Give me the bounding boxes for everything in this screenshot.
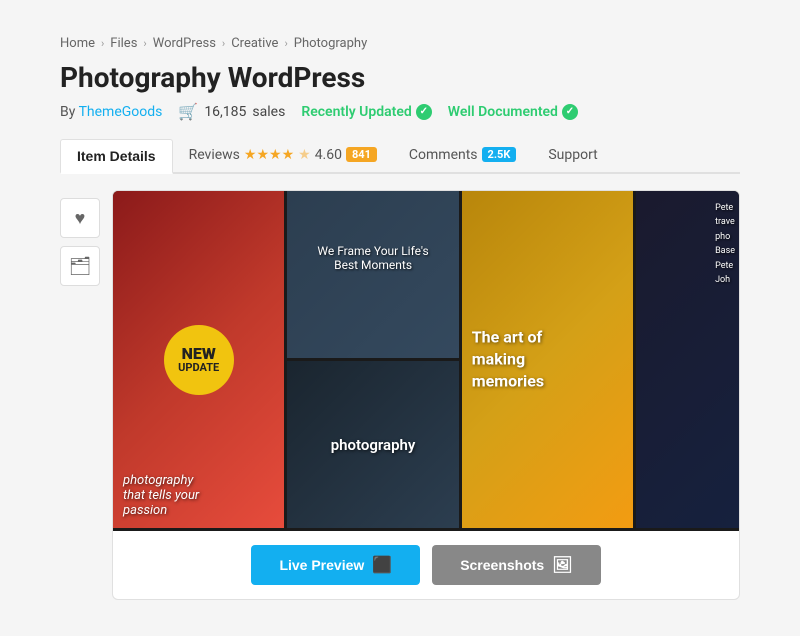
review-count-badge: 841 <box>346 147 377 162</box>
breadcrumb-sep-3: › <box>222 37 225 50</box>
meta-row: By ThemeGoods 🛒 16,185 sales Recently Up… <box>60 102 740 121</box>
half-star: ★ <box>298 147 311 163</box>
breadcrumb-wordpress[interactable]: WordPress <box>153 36 216 51</box>
screenshots-label: Screenshots <box>460 557 544 573</box>
tabs-bar: Item Details Reviews ★★★★★ 4.60 841 Comm… <box>60 137 740 174</box>
check-icon-2: ✓ <box>562 104 578 120</box>
breadcrumb-files[interactable]: Files <box>110 36 137 51</box>
tab-comments-label: Comments <box>409 147 478 163</box>
mosaic-cell-1: NEW UPDATE photographythat tells yourpas… <box>113 191 284 528</box>
page-title: Photography WordPress <box>60 61 740 94</box>
tab-support-label: Support <box>548 147 597 163</box>
check-icon: ✓ <box>416 104 432 120</box>
cell-5-label: photography <box>331 436 416 454</box>
new-update-badge: NEW UPDATE <box>164 325 234 395</box>
update-text: UPDATE <box>178 362 219 374</box>
screenshots-button[interactable]: Screenshots 🖼 <box>432 545 600 585</box>
breadcrumb-sep-2: › <box>143 37 146 50</box>
breadcrumb-sep-4: › <box>284 37 287 50</box>
cell-1-label: photographythat tells yourpassion <box>123 473 274 518</box>
breadcrumb-sep-1: › <box>101 37 104 50</box>
sales-count: 16,185 <box>204 104 246 120</box>
author-link[interactable]: ThemeGoods <box>79 104 163 120</box>
sales-label: sales <box>252 104 285 120</box>
live-preview-button[interactable]: Live Preview ⬛ <box>251 545 420 585</box>
folder-icon: 🗂 <box>69 256 92 277</box>
live-preview-label: Live Preview <box>279 557 364 573</box>
comments-count-badge: 2.5K <box>482 147 517 162</box>
favorite-button[interactable]: ♥ <box>60 198 100 238</box>
breadcrumb: Home › Files › WordPress › Creative › Ph… <box>60 36 740 51</box>
new-text: NEW <box>182 345 216 363</box>
recently-updated-badge: Recently Updated ✓ <box>301 104 431 120</box>
breadcrumb-current: Photography <box>294 36 367 51</box>
monitor-icon: ⬛ <box>372 555 392 575</box>
author-info: By ThemeGoods <box>60 104 162 120</box>
cart-icon: 🛒 <box>178 102 198 121</box>
page-wrapper: Home › Files › WordPress › Creative › Ph… <box>20 20 780 616</box>
stars: ★★★★ <box>244 147 294 163</box>
card-footer: Live Preview ⬛ Screenshots 🖼 <box>113 531 739 599</box>
tab-reviews-label: Reviews <box>189 147 240 163</box>
breadcrumb-home[interactable]: Home <box>60 36 95 51</box>
mosaic-cell-5: photography <box>287 361 458 528</box>
breadcrumb-creative[interactable]: Creative <box>231 36 278 51</box>
cell-3-label: The art ofmakingmemories <box>472 326 544 393</box>
tab-item-details[interactable]: Item Details <box>60 139 173 174</box>
mosaic-cell-2: We Frame Your Life'sBest Moments <box>287 191 458 358</box>
preview-image: NEW UPDATE photographythat tells yourpas… <box>113 191 739 531</box>
rating-value: 4.60 <box>315 147 342 163</box>
sales-info: 🛒 16,185 sales <box>178 102 285 121</box>
tab-comments[interactable]: Comments 2.5K <box>393 139 532 171</box>
heart-icon: ♥ <box>75 208 86 229</box>
cell-4-label: PetetravephoBasePeteJoh <box>715 201 735 287</box>
main-content: ♥ 🗂 NEW UPDATE photographythat tells you… <box>60 190 740 600</box>
well-documented-badge: Well Documented ✓ <box>448 104 578 120</box>
mosaic-grid: NEW UPDATE photographythat tells yourpas… <box>113 191 739 531</box>
mosaic-cell-3: The art ofmakingmemories <box>462 191 633 528</box>
tab-reviews[interactable]: Reviews ★★★★★ 4.60 841 <box>173 139 393 171</box>
side-actions: ♥ 🗂 <box>60 190 100 286</box>
author-prefix: By <box>60 104 75 120</box>
mosaic-cell-4: PetetravephoBasePeteJoh <box>636 191 739 528</box>
cell-2-label: We Frame Your Life'sBest Moments <box>317 244 428 272</box>
tab-support[interactable]: Support <box>532 139 613 171</box>
image-icon: 🖼 <box>552 555 572 575</box>
preview-card: NEW UPDATE photographythat tells yourpas… <box>112 190 740 600</box>
folder-button[interactable]: 🗂 <box>60 246 100 286</box>
